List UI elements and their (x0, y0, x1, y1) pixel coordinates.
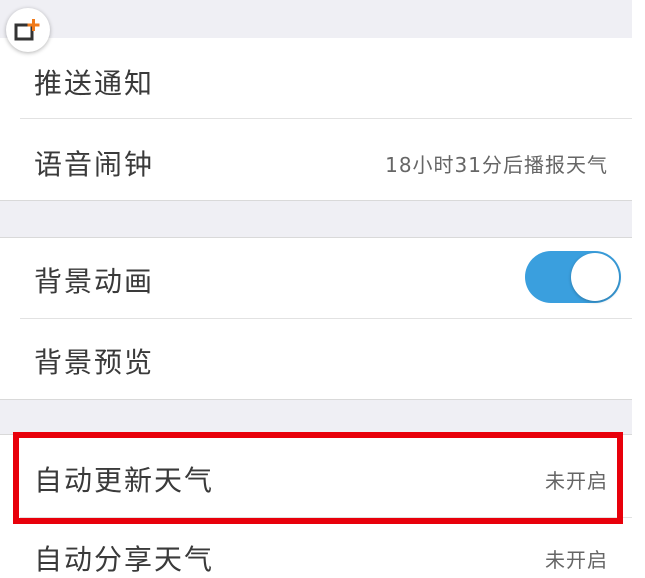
settings-row-push-notification[interactable]: 推送通知 (0, 38, 632, 118)
settings-row-background-preview[interactable]: 背景预览 (0, 319, 632, 399)
highlight-box (13, 432, 623, 524)
share-plus-icon (14, 19, 40, 41)
background-animation-toggle[interactable] (525, 251, 621, 303)
row-label: 背景预览 (34, 346, 155, 379)
row-label: 自动分享天气 (34, 543, 215, 576)
settings-row-auto-share-weather[interactable]: 自动分享天气 未开启 (0, 518, 632, 578)
settings-row-voice-alarm[interactable]: 语音闹钟 18小时31分后播报天气 (0, 119, 632, 200)
section-gap (0, 400, 632, 434)
section-gap (0, 201, 632, 237)
screen-edge (632, 0, 645, 578)
settings-screen: 推送通知 语音闹钟 18小时31分后播报天气 背景动画 背景预览 自动更新天气 … (0, 0, 645, 578)
toggle-knob (571, 253, 619, 301)
row-label: 背景动画 (34, 265, 155, 298)
row-label: 语音闹钟 (34, 148, 155, 181)
row-label: 推送通知 (34, 67, 155, 100)
section-gap-top (0, 0, 632, 38)
row-value: 未开启 (545, 548, 608, 572)
corner-share-button[interactable] (6, 8, 50, 52)
row-value: 18小时31分后播报天气 (385, 153, 608, 177)
